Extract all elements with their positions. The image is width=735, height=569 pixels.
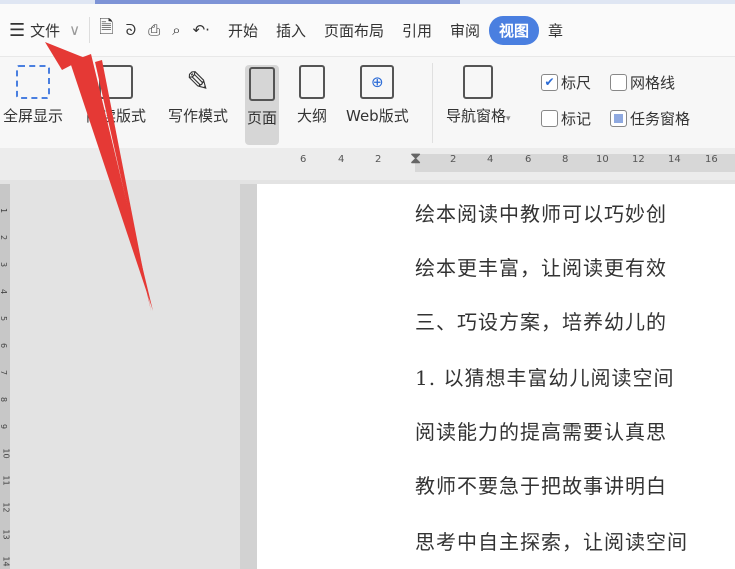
ruler-tick: 5: [0, 316, 8, 321]
file-menu[interactable]: 文件: [30, 20, 60, 41]
ruler-tick: 10: [1, 448, 11, 459]
chevron-down-icon[interactable]: ∨: [60, 21, 89, 39]
outline-icon: [299, 65, 325, 99]
web-globe-icon: ⊕: [360, 65, 395, 99]
horizontal-ruler[interactable]: 6 4 2 ⧗ 2 4 6 8 10 12 14 16: [0, 148, 735, 180]
indent-marker-icon[interactable]: ⧗: [410, 148, 421, 168]
page-shadow: [240, 184, 257, 569]
divider: [432, 63, 433, 143]
ruler-tick: 4: [487, 154, 494, 165]
page-icon: [249, 67, 275, 101]
ruler-tick: 7: [0, 370, 8, 375]
print-icon[interactable]: ⎙: [139, 21, 169, 39]
checkbox-box: [541, 110, 558, 127]
ruler-tick: 8: [0, 397, 8, 402]
hamburger-menu-icon[interactable]: ☰: [0, 20, 34, 41]
ruler-tick: 12: [1, 502, 11, 513]
ruler-tick: 2: [450, 154, 457, 165]
tab-section[interactable]: 章: [539, 20, 572, 41]
ruler-tick: 6: [300, 154, 307, 165]
writing-mode-button[interactable]: ✎ 写作模式: [168, 65, 228, 126]
ruler-tick: 2: [375, 154, 382, 165]
checked-square-icon: [610, 110, 627, 127]
fullscreen-button[interactable]: 全屏显示: [3, 65, 63, 126]
document-line: 三、巧设方案，培养幼儿的: [415, 310, 667, 334]
document-line: 教师不要急于把故事讲明白: [415, 474, 667, 498]
ruler-tick: 14: [668, 154, 681, 165]
ruler-tick: 12: [632, 154, 645, 165]
ruler-tick: 10: [596, 154, 609, 165]
ruler-tick: 14: [1, 556, 11, 567]
outline-button[interactable]: 大纲: [297, 65, 327, 126]
tab-references[interactable]: 引用: [393, 20, 441, 41]
ruler-tick: 4: [0, 289, 8, 294]
tab-home[interactable]: 开始: [219, 20, 267, 41]
undo-icon[interactable]: ↶·: [184, 21, 219, 39]
nav-pane-button[interactable]: 导航窗格▾: [446, 65, 511, 126]
ruler-tick: 13: [1, 529, 11, 540]
ruler-tick: 1: [0, 208, 8, 213]
gridlines-checkbox[interactable]: 网格线: [610, 72, 675, 93]
vertical-ruler[interactable]: 1 2 3 4 5 6 7 8 9 10 11 12 13 14: [0, 184, 11, 569]
markup-checkbox[interactable]: 标记: [541, 108, 591, 129]
reading-mode-button[interactable]: 阅读版式: [86, 65, 146, 126]
checkmark-icon: ✔: [541, 74, 558, 91]
tab-view[interactable]: 视图: [489, 15, 540, 45]
ruler-tick: 9: [0, 424, 8, 429]
document-page[interactable]: 绘本阅读中教师可以巧妙创 绘本更丰富，让阅读更有效 三、巧设方案，培养幼儿的 1…: [257, 184, 735, 569]
document-line: 绘本更丰富，让阅读更有效: [415, 256, 667, 280]
ruler-text-area: [415, 154, 735, 172]
ruler-tick: 16: [705, 154, 718, 165]
tab-review[interactable]: 审阅: [441, 20, 489, 41]
ruler-tick: 4: [338, 154, 345, 165]
print-preview-icon[interactable]: ⌕: [169, 21, 183, 39]
fullscreen-icon: [16, 65, 50, 99]
document-line: 阅读能力的提高需要认真思: [415, 420, 667, 444]
web-layout-button[interactable]: ⊕ Web版式: [346, 65, 409, 126]
ruler-tick: 2: [0, 235, 8, 240]
document-line: 1. 以猜想丰富幼儿阅读空间: [415, 366, 675, 390]
tab-page-layout[interactable]: 页面布局: [315, 20, 393, 41]
view-ribbon: 全屏显示 阅读版式 ✎ 写作模式 页面 大纲 ⊕ Web版式 导航窗格▾ ✔ 标尺 网…: [0, 56, 735, 148]
ruler-tick: 11: [1, 475, 11, 486]
ruler-tick: 3: [0, 262, 8, 267]
book-icon: [99, 65, 133, 99]
tab-insert[interactable]: 插入: [267, 20, 315, 41]
task-pane-checkbox[interactable]: 任务窗格: [610, 108, 690, 129]
format-painter-icon[interactable]: ᘐ: [123, 21, 140, 39]
document-line: 绘本阅读中教师可以巧妙创: [415, 202, 667, 226]
menu-bar: ☰ 文件 ∨ 🗎 ᘐ ⎙ ⌕ ↶· 开始 插入 页面布局 引用 审阅 视图 章: [0, 4, 735, 56]
ruler-tick: 8: [562, 154, 569, 165]
ruler-tick: 6: [525, 154, 532, 165]
ruler-checkbox[interactable]: ✔ 标尺: [541, 72, 591, 93]
list-icon: [463, 65, 494, 99]
chevron-down-icon: ▾: [506, 114, 511, 124]
document-line: 思考中自主探索，让阅读空间: [415, 530, 688, 554]
ruler-tick: 6: [0, 343, 8, 348]
save-icon[interactable]: 🗎: [90, 15, 122, 45]
pencil-icon: ✎: [186, 65, 210, 98]
page-view-button[interactable]: 页面: [245, 65, 280, 145]
checkbox-box: [610, 74, 627, 91]
